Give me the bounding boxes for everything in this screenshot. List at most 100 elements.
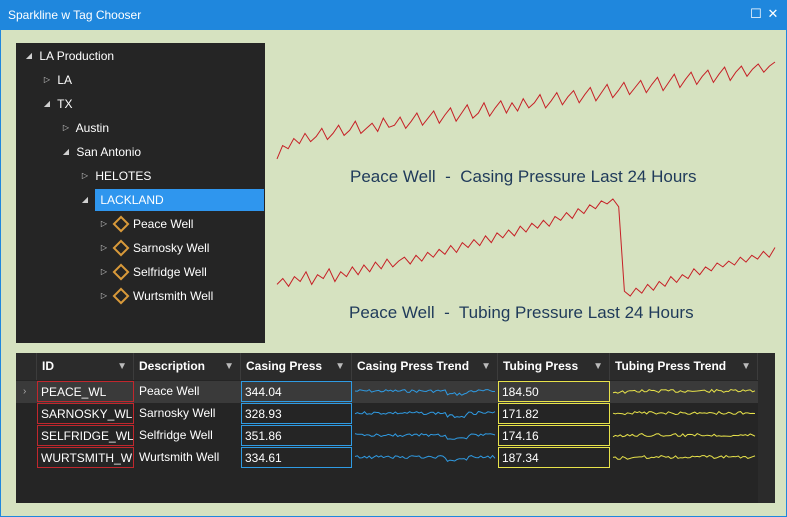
- close-icon[interactable]: ✕: [765, 6, 781, 22]
- column-header-label: Casing Press: [246, 359, 323, 373]
- tubing-sparkline-title: Peace Well - Tubing Pressure Last 24 Hou…: [349, 303, 694, 322]
- casing-trend-sparkline: [354, 454, 496, 462]
- cell-id[interactable]: WURTSMITH_WL: [37, 447, 134, 468]
- tree-node-label: LACKLAND: [95, 189, 265, 211]
- casing-pressure-line: [276, 61, 776, 160]
- cell-casing-press[interactable]: 328.93: [241, 403, 352, 424]
- tubing-trend-line: [612, 410, 756, 416]
- tree-node-label: HELOTES: [95, 169, 152, 183]
- title-bar: Sparkline w Tag Chooser ☐ ✕: [0, 0, 787, 30]
- cell-id[interactable]: PEACE_WL: [37, 381, 134, 402]
- expand-arrow-icon[interactable]: ▷: [97, 285, 111, 307]
- tree-node-label: San Antonio: [76, 145, 142, 159]
- filter-icon[interactable]: ▼: [335, 353, 345, 380]
- cell-tubing-press[interactable]: 171.82: [498, 403, 610, 424]
- tubing-pressure-line: [276, 198, 776, 297]
- tubing-trend-line: [612, 454, 756, 460]
- tag-diamond-icon: [112, 287, 130, 305]
- cell-description[interactable]: Peace Well: [136, 381, 240, 402]
- cell-tubing-press[interactable]: 174.16: [498, 425, 610, 446]
- tree-node-label: Austin: [75, 121, 110, 135]
- column-header-tubing-press[interactable]: Tubing Press ▼: [498, 353, 610, 380]
- tree-node-label: Wurtsmith Well: [133, 289, 214, 303]
- collapse-arrow-icon[interactable]: ◢: [22, 45, 36, 67]
- expand-arrow-icon[interactable]: ▷: [78, 165, 92, 187]
- collapse-arrow-icon[interactable]: ◢: [40, 93, 54, 115]
- cell-id[interactable]: SELFRIDGE_WL: [37, 425, 134, 446]
- tree-node-wurtsmith-well[interactable]: ▷ Wurtsmith Well: [97, 285, 213, 307]
- tag-tree[interactable]: ◢ LA Production ▷ LA ◢ TX ▷ Austin ◢ San…: [16, 43, 265, 343]
- casing-trend-line: [354, 432, 496, 440]
- column-header-tubing-press-trend[interactable]: Tubing Press Trend ▼: [610, 353, 758, 380]
- tubing-trend-sparkline: [612, 410, 756, 416]
- tag-diamond-icon: [112, 215, 130, 233]
- tree-node-helotes[interactable]: ▷ HELOTES: [78, 165, 151, 187]
- tree-node-lackland[interactable]: ◢ LACKLAND: [78, 189, 265, 211]
- casing-trend-sparkline: [354, 432, 496, 440]
- tree-node-la[interactable]: ▷ LA: [40, 69, 72, 91]
- tubing-trend-line: [612, 388, 756, 394]
- tag-diamond-icon: [112, 263, 130, 281]
- tree-node-san-antonio[interactable]: ◢ San Antonio: [59, 141, 141, 163]
- current-row-arrow-icon: ›: [23, 386, 27, 397]
- tree-node-sarnosky-well[interactable]: ▷ Sarnosky Well: [97, 237, 209, 259]
- maximize-icon[interactable]: ☐: [748, 6, 764, 22]
- casing-trend-line: [354, 454, 496, 462]
- tree-node-la-production[interactable]: ◢ LA Production: [22, 45, 114, 67]
- tree-node-label: Selfridge Well: [133, 265, 207, 279]
- tree-node-label: LA: [57, 73, 73, 87]
- casing-pressure-sparkline: [276, 61, 776, 160]
- wells-grid[interactable]: ID ▼ Description ▼ Casing Press ▼ Casing Pr…: [16, 353, 775, 503]
- column-header-description[interactable]: Description ▼: [134, 353, 241, 380]
- collapse-arrow-icon[interactable]: ◢: [78, 189, 92, 211]
- casing-trend-line: [354, 389, 496, 397]
- window-title: Sparkline w Tag Chooser: [8, 8, 142, 22]
- column-header-casing-press[interactable]: Casing Press ▼: [241, 353, 352, 380]
- filter-icon[interactable]: ▼: [481, 353, 491, 380]
- cell-casing-press[interactable]: 334.61: [241, 447, 352, 468]
- casing-trend-sparkline: [354, 410, 496, 419]
- tree-node-tx[interactable]: ◢ TX: [40, 93, 73, 115]
- expand-arrow-icon[interactable]: ▷: [97, 237, 111, 259]
- tubing-trend-sparkline: [612, 433, 756, 438]
- column-header-label: Casing Press Trend: [357, 359, 470, 373]
- tree-node-label: TX: [57, 97, 73, 111]
- tubing-trend-line: [612, 433, 756, 438]
- tree-node-austin[interactable]: ▷ Austin: [59, 117, 109, 139]
- expand-arrow-icon[interactable]: ▷: [97, 261, 111, 283]
- expand-arrow-icon[interactable]: ▷: [40, 69, 54, 91]
- tag-diamond-icon: [112, 239, 130, 257]
- expand-arrow-icon[interactable]: ▷: [97, 213, 111, 235]
- column-header-label: Tubing Press: [503, 359, 579, 373]
- cell-description[interactable]: Wurtsmith Well: [136, 447, 240, 468]
- tree-node-selfridge-well[interactable]: ▷ Selfridge Well: [97, 261, 207, 283]
- column-header-id[interactable]: ID ▼: [37, 353, 134, 380]
- filter-icon[interactable]: ▼: [224, 353, 234, 380]
- casing-trend-line: [354, 410, 496, 419]
- cell-tubing-press[interactable]: 187.34: [498, 447, 610, 468]
- tree-node-label: LA Production: [39, 49, 115, 63]
- tree-node-label: Peace Well: [133, 217, 194, 231]
- tree-node-label: Sarnosky Well: [133, 241, 210, 255]
- collapse-arrow-icon[interactable]: ◢: [59, 141, 73, 163]
- tree-node-peace-well[interactable]: ▷ Peace Well: [97, 213, 193, 235]
- column-header-label: Description: [139, 359, 206, 373]
- filter-icon[interactable]: ▼: [593, 353, 603, 380]
- cell-casing-press[interactable]: 351.86: [241, 425, 352, 446]
- filter-icon[interactable]: ▼: [117, 353, 127, 380]
- column-header-label: Tubing Press Trend: [615, 359, 727, 373]
- column-header-casing-press-trend[interactable]: Casing Press Trend ▼: [352, 353, 498, 380]
- tubing-trend-sparkline: [612, 454, 756, 460]
- cell-casing-press[interactable]: 344.04: [241, 381, 352, 402]
- cell-id[interactable]: SARNOSKY_WL: [37, 403, 134, 424]
- cell-description[interactable]: Sarnosky Well: [136, 403, 240, 424]
- row-indicator-header: [16, 353, 37, 380]
- cell-tubing-press[interactable]: 184.50: [498, 381, 610, 402]
- tubing-pressure-sparkline: [276, 198, 776, 297]
- casing-sparkline-title: Peace Well - Casing Pressure Last 24 Hou…: [350, 167, 697, 186]
- cell-description[interactable]: Selfridge Well: [136, 425, 240, 446]
- casing-trend-sparkline: [354, 389, 496, 397]
- grid-vertical-scrollbar[interactable]: [758, 353, 775, 503]
- filter-icon[interactable]: ▼: [741, 353, 751, 380]
- expand-arrow-icon[interactable]: ▷: [59, 117, 73, 139]
